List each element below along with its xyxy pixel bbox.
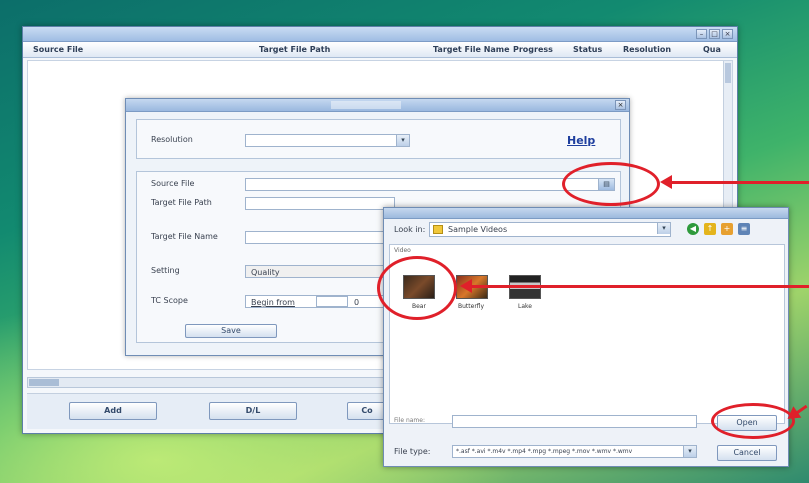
file-type-value: *.asf *.avi *.m4v *.mp4 *.mpg *.mpeg *.m… [456,448,633,455]
col-source-file[interactable]: Source File [33,45,83,54]
begin-from-group: Begin from 0 [245,295,385,308]
col-progress[interactable]: Progress [513,45,553,54]
file-name-bear[interactable]: Bear [412,303,426,310]
begin-value: 0 [354,298,360,307]
target-name-label: Target File Name [151,232,218,241]
maximize-icon[interactable]: □ [709,29,720,39]
col-target-file-name[interactable]: Target File Name [433,45,510,54]
target-name-field[interactable] [245,231,395,244]
video-thumbnail-bear[interactable] [403,275,435,299]
col-resolution[interactable]: Resolution [623,45,671,54]
file-name-butterfly[interactable]: Butterfly [458,303,484,310]
target-path-field[interactable] [245,197,395,210]
close-icon[interactable]: × [615,100,626,110]
begin-from-spinner[interactable] [316,296,348,307]
setting-value: Quality [251,268,280,277]
file-name-field[interactable] [452,415,697,428]
chevron-down-icon[interactable]: ▾ [683,446,696,457]
look-in-label: Look in: [394,225,426,234]
look-in-select[interactable]: Sample Videos ▾ [429,222,671,237]
add-button[interactable]: Add [69,402,157,420]
group-label: Video [394,247,411,254]
main-window-title [323,29,433,38]
conversion-dialog-title-bar[interactable]: × [126,99,629,112]
arrow-open-button [795,404,808,415]
source-file-field[interactable]: ▤ [245,178,615,191]
resolution-select[interactable]: ▾ [245,134,410,147]
col-target-file-path[interactable]: Target File Path [259,45,330,54]
folder-icon [433,225,443,234]
file-browser-area[interactable]: Video Bear Butterfly Lake [389,244,785,424]
third-button[interactable]: Co [347,402,387,420]
horizontal-scrollbar[interactable] [27,377,397,388]
conversion-dialog-title [331,101,401,109]
minimize-icon[interactable]: – [696,29,707,39]
close-icon[interactable]: × [722,29,733,39]
target-path-label: Target File Path [151,198,212,207]
file-type-label: File type: [394,447,431,456]
scroll-thumb[interactable] [725,63,731,83]
open-button[interactable]: Open [717,415,777,431]
help-link[interactable]: Help [567,134,595,147]
col-status[interactable]: Status [573,45,602,54]
file-list-header: Source File Target File Path Target File… [23,42,737,58]
view-menu-icon[interactable]: ≡ [738,223,750,235]
video-thumbnail-butterfly[interactable] [456,275,488,299]
open-dialog-title-bar[interactable] [384,208,788,219]
save-button[interactable]: Save [185,324,277,338]
open-file-dialog: Look in: Sample Videos ▾ ◀ ↑ + ≡ Video B… [383,207,789,467]
new-folder-icon[interactable]: + [721,223,733,235]
back-icon[interactable]: ◀ [687,223,699,235]
look-in-value: Sample Videos [448,225,508,234]
folder-icon[interactable]: ▤ [598,179,614,190]
video-thumbnail-lake[interactable] [509,275,541,299]
resolution-label: Resolution [151,135,193,144]
up-folder-icon[interactable]: ↑ [704,223,716,235]
col-quality[interactable]: Qua [703,45,721,54]
file-type-select[interactable]: *.asf *.avi *.m4v *.mp4 *.mpg *.mpeg *.m… [452,445,697,458]
main-title-bar[interactable]: – □ × [23,27,737,42]
tc-scope-label: TC Scope [151,296,188,305]
second-button[interactable]: D/L [209,402,297,420]
scroll-thumb-h[interactable] [29,379,59,386]
file-name-label: File name: [394,417,425,424]
begin-from-label: Begin from [251,298,295,307]
chevron-down-icon[interactable]: ▾ [657,223,670,234]
chevron-down-icon[interactable]: ▾ [396,135,409,146]
resolution-panel: Resolution ▾ Help [136,119,621,159]
window-controls: – □ × [696,29,733,39]
setting-select[interactable]: Quality [245,265,385,278]
file-name-lake[interactable]: Lake [518,303,532,310]
source-file-label: Source File [151,179,195,188]
cancel-button[interactable]: Cancel [717,445,777,461]
setting-label: Setting [151,266,180,275]
bottom-button-bar: Add D/L Co [27,393,387,429]
